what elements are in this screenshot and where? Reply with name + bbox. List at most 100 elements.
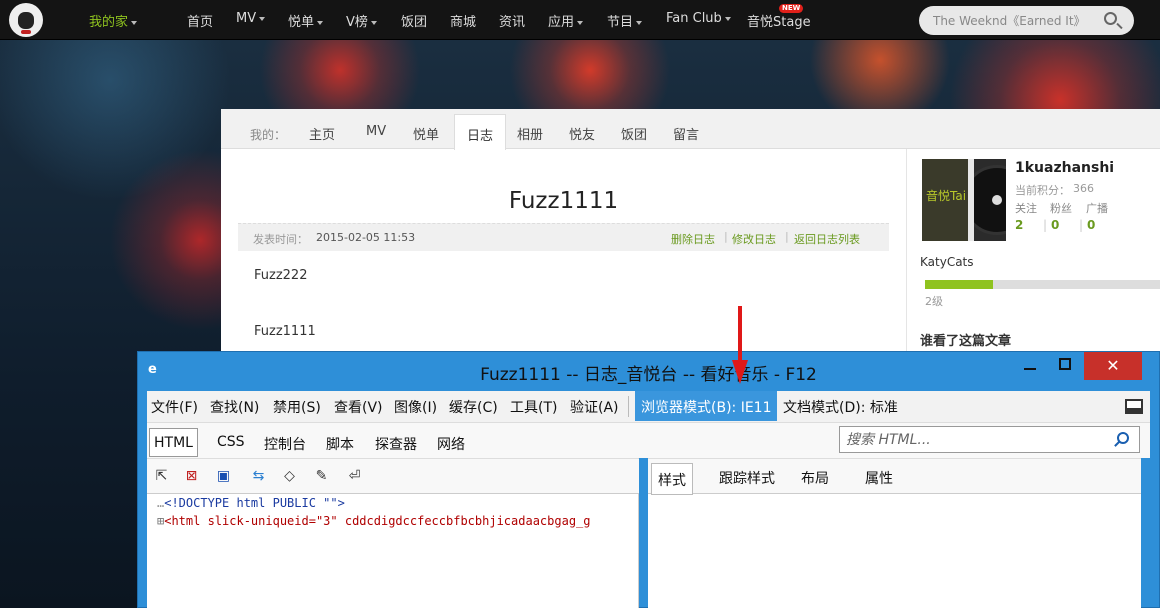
devtools-menubar: 文件(F) 查找(N) 禁用(S) 查看(V) 图像(I) 缓存(C) 工具(T… bbox=[147, 391, 1150, 422]
tab-profiler[interactable]: 探查器 bbox=[375, 434, 417, 454]
nav-item-fan-group[interactable]: 饭团 bbox=[401, 11, 427, 30]
chevron-down-icon bbox=[724, 16, 731, 21]
delete-blog-link[interactable]: 删除日志 bbox=[671, 231, 715, 247]
devtools-titlebar[interactable]: e Fuzz1111 -- 日志_音悦台 -- 看好音乐 - F12 ✕ bbox=[138, 352, 1159, 390]
nav-item-stage[interactable]: 音悦Stage bbox=[747, 11, 811, 30]
html-search-input[interactable] bbox=[846, 431, 1106, 449]
tab-fan-group[interactable]: 饭团 bbox=[621, 124, 647, 143]
fans-count[interactable]: 0 bbox=[1051, 218, 1059, 232]
search-icon[interactable] bbox=[1117, 432, 1129, 444]
following-count[interactable]: 2 bbox=[1015, 218, 1023, 232]
word-wrap-icon[interactable]: ⏎ bbox=[344, 466, 365, 487]
points-label: 当前积分： bbox=[1015, 184, 1070, 197]
avatar[interactable]: 音悦Tai bbox=[922, 159, 1006, 241]
divider: | bbox=[785, 230, 789, 243]
article-meta: 发表时间： 2015-02-05 11:53 删除日志 | 修改日志 | 返回日… bbox=[238, 223, 889, 251]
browser-mode-menu[interactable]: 浏览器模式(B): IE11 bbox=[635, 391, 778, 421]
clear-icon[interactable]: ⊠ bbox=[181, 466, 202, 487]
search-icon[interactable] bbox=[1104, 12, 1117, 25]
tab-css[interactable]: CSS bbox=[217, 434, 245, 450]
edit-blog-link[interactable]: 修改日志 bbox=[732, 231, 776, 247]
html-toolbar: ⇱ ⊠ ▣ ⇆ ◇ ✎ ⏎ bbox=[147, 459, 639, 494]
nav-item-apps[interactable]: 应用 bbox=[548, 11, 584, 30]
refresh-icon[interactable]: ⇆ bbox=[248, 466, 269, 487]
tab-album[interactable]: 相册 bbox=[517, 124, 543, 143]
nav-item-fan-club[interactable]: Fan Club bbox=[666, 11, 731, 26]
broadcast-label: 广播 bbox=[1086, 202, 1108, 215]
tab-styles[interactable]: 样式 bbox=[651, 463, 693, 495]
document-mode-menu[interactable]: 文档模式(D): 标准 bbox=[783, 397, 898, 417]
chevron-down-icon bbox=[317, 20, 324, 25]
dock-panel-icon[interactable] bbox=[1125, 399, 1143, 414]
devtools-tabs: HTML CSS 控制台 脚本 探查器 网络 bbox=[147, 422, 1150, 458]
article-paragraph: Fuzz1111 bbox=[254, 324, 316, 339]
tab-attributes[interactable]: 属性 bbox=[865, 468, 893, 488]
chevron-down-icon bbox=[131, 20, 138, 25]
chevron-down-icon bbox=[259, 16, 266, 21]
nav-item-mv[interactable]: MV bbox=[236, 11, 266, 26]
back-to-list-link[interactable]: 返回日志列表 bbox=[794, 231, 860, 247]
tab-friends[interactable]: 悦友 bbox=[569, 124, 595, 143]
nav-item-vchart[interactable]: V榜 bbox=[346, 11, 377, 30]
who-read-heading: 谁看了这篇文章 bbox=[920, 334, 1012, 349]
divider: | bbox=[1079, 218, 1084, 232]
close-button[interactable]: ✕ bbox=[1084, 352, 1142, 380]
divider: | bbox=[1043, 218, 1048, 232]
tab-home[interactable]: 主页 bbox=[309, 124, 335, 143]
devtools-title: Fuzz1111 -- 日志_音悦台 -- 看好音乐 - F12 bbox=[480, 365, 817, 385]
dom-line-doctype[interactable]: …<!DOCTYPE html PUBLIC ""> bbox=[157, 496, 345, 510]
chevron-down-icon bbox=[636, 20, 643, 25]
menu-cache[interactable]: 缓存(C) bbox=[449, 397, 498, 417]
level-progress-bar bbox=[925, 280, 1160, 289]
dom-tree-pane: ⇱ ⊠ ▣ ⇆ ◇ ✎ ⏎ …<!DOCTYPE html PUBLIC "">… bbox=[147, 458, 639, 608]
dom-line-html[interactable]: ⊞<html slick-uniqueid="3" cddcdigdccfecc… bbox=[157, 514, 591, 528]
select-element-arrow-icon[interactable]: ⇱ bbox=[151, 466, 172, 487]
minimize-button[interactable] bbox=[1015, 352, 1045, 380]
nickname: KatyCats bbox=[920, 255, 974, 269]
fans-label: 粉丝 bbox=[1050, 202, 1072, 215]
menu-images[interactable]: 图像(I) bbox=[394, 397, 437, 417]
menu-find[interactable]: 查找(N) bbox=[210, 397, 259, 417]
f12-devtools-window: e Fuzz1111 -- 日志_音悦台 -- 看好音乐 - F12 ✕ 文件(… bbox=[137, 351, 1160, 608]
styles-pane: 样式 跟踪样式 布局 属性 bbox=[648, 458, 1141, 608]
tab-console[interactable]: 控制台 bbox=[264, 434, 306, 454]
tab-playlist[interactable]: 悦单 bbox=[413, 124, 439, 143]
red-arrow-annotation bbox=[732, 306, 748, 384]
username[interactable]: 1kuazhanshi bbox=[1015, 160, 1114, 176]
dom-icon[interactable]: ◇ bbox=[279, 466, 300, 487]
nav-item-news[interactable]: 资讯 bbox=[499, 11, 525, 30]
tab-html[interactable]: HTML bbox=[149, 428, 198, 457]
divider: | bbox=[724, 230, 728, 243]
published-time: 2015-02-05 11:53 bbox=[316, 231, 416, 244]
tab-blog[interactable]: 日志 bbox=[454, 114, 507, 150]
nav-item-store[interactable]: 商城 bbox=[450, 11, 476, 30]
nav-item-home[interactable]: 首页 bbox=[187, 11, 213, 30]
html-node-text: <html slick-uniqueid="3" cddcdigdccfeccb… bbox=[164, 514, 591, 528]
level-text: 2级 bbox=[925, 295, 943, 308]
edit-icon[interactable]: ✎ bbox=[311, 466, 332, 487]
menu-view[interactable]: 查看(V) bbox=[334, 397, 383, 417]
article-paragraph: Fuzz222 bbox=[254, 268, 308, 283]
menu-tools[interactable]: 工具(T) bbox=[510, 397, 557, 417]
site-search-input[interactable] bbox=[933, 12, 1093, 29]
styles-tabs: 样式 跟踪样式 布局 属性 bbox=[648, 459, 1141, 495]
nav-item-playlist[interactable]: 悦单 bbox=[288, 11, 324, 30]
menu-validate[interactable]: 验证(A) bbox=[570, 397, 619, 417]
doctype-text: <!DOCTYPE html PUBLIC ""> bbox=[164, 496, 345, 510]
tab-layout[interactable]: 布局 bbox=[801, 468, 829, 488]
nav-my-home[interactable]: 我的家 bbox=[89, 11, 138, 30]
menu-disable[interactable]: 禁用(S) bbox=[273, 397, 321, 417]
published-label: 发表时间： bbox=[253, 233, 308, 246]
tab-network[interactable]: 网络 bbox=[437, 434, 465, 454]
menu-file[interactable]: 文件(F) bbox=[151, 397, 198, 417]
yinyuetai-logo[interactable] bbox=[9, 3, 43, 37]
tab-script[interactable]: 脚本 bbox=[326, 434, 354, 454]
maximize-button[interactable] bbox=[1050, 352, 1080, 380]
top-nav: 我的家 首页 MV 悦单 V榜 饭团 商城 资讯 应用 节目 Fan Club … bbox=[0, 0, 1160, 40]
tab-mv[interactable]: MV bbox=[366, 124, 386, 139]
save-icon[interactable]: ▣ bbox=[213, 466, 234, 487]
tab-messages[interactable]: 留言 bbox=[673, 124, 699, 143]
broadcast-count[interactable]: 0 bbox=[1087, 218, 1095, 232]
tab-trace-styles[interactable]: 跟踪样式 bbox=[719, 468, 775, 488]
nav-item-shows[interactable]: 节目 bbox=[607, 11, 643, 30]
